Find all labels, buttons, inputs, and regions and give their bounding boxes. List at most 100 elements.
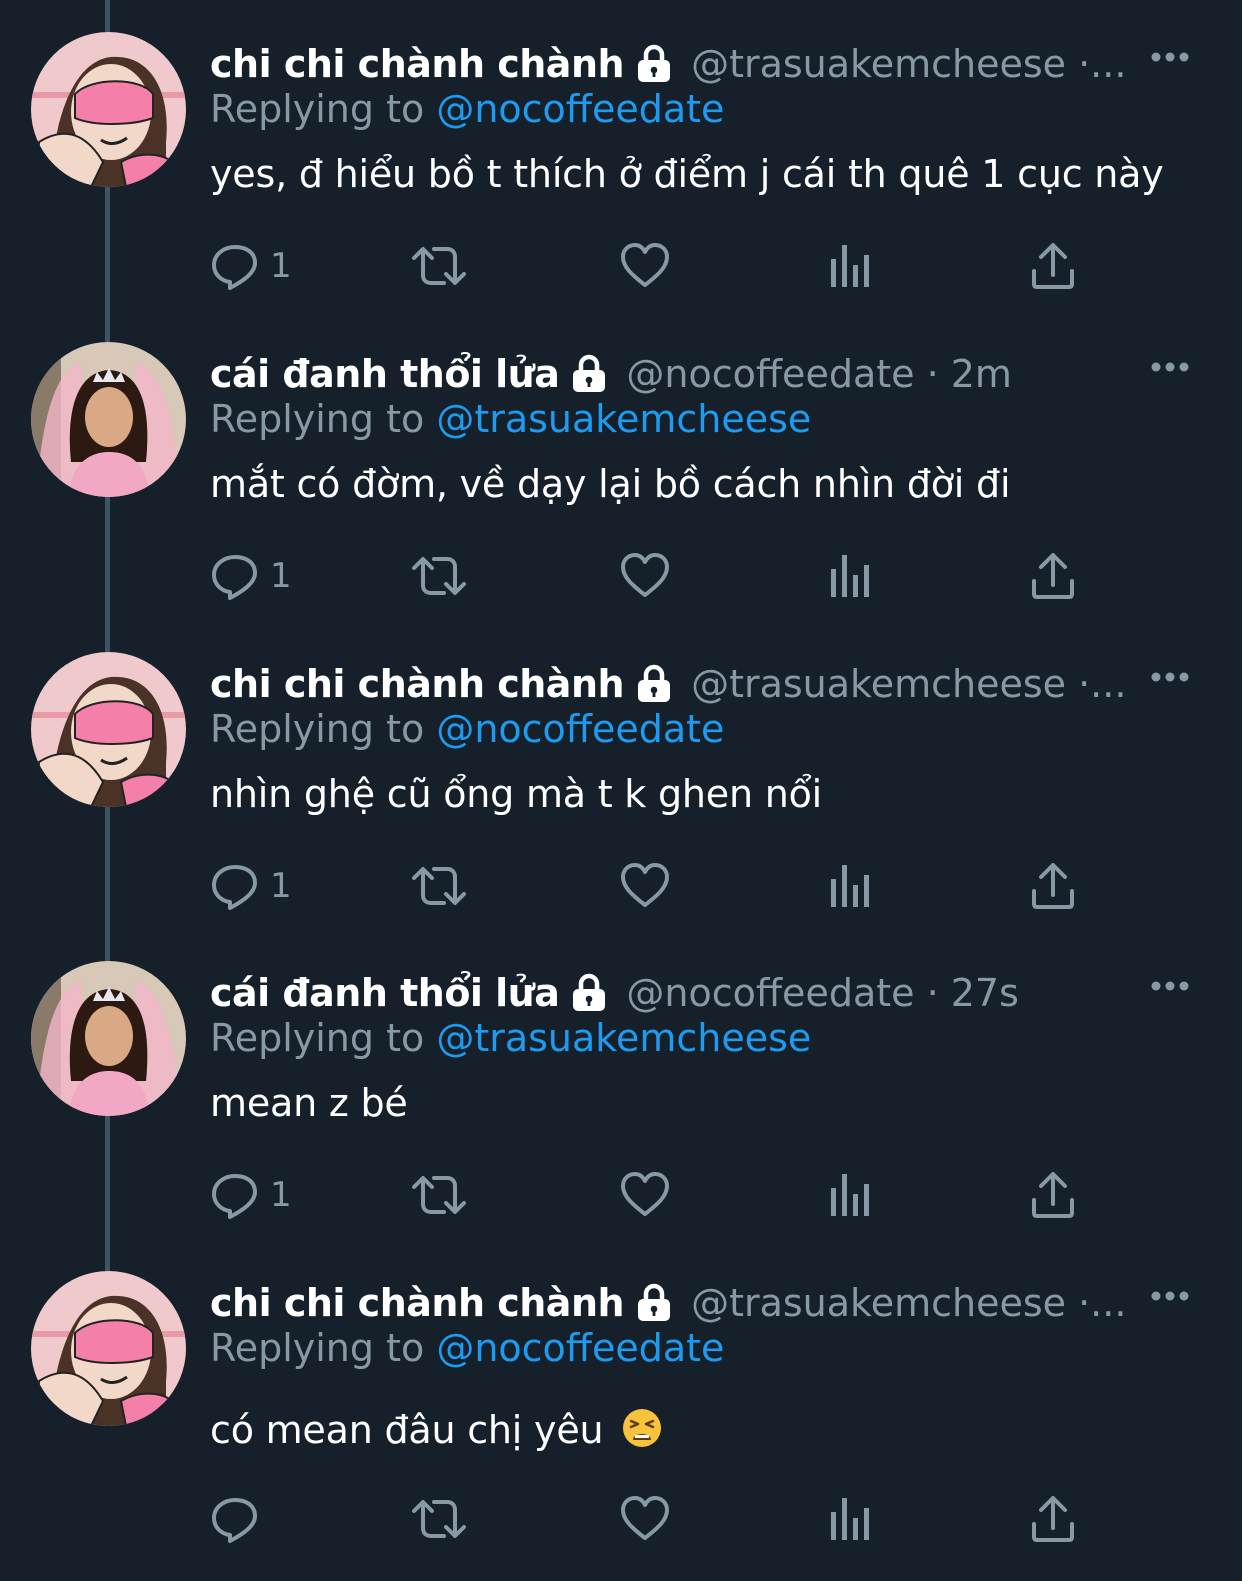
retweet-button[interactable]: [410, 1491, 468, 1547]
more-options-icon[interactable]: [1150, 1289, 1190, 1303]
author-handle-time[interactable]: @trasuakemcheese ·...: [691, 662, 1126, 706]
replying-to: Replying to @trasuakemcheese: [210, 397, 811, 441]
reply-count: 1: [270, 866, 292, 906]
like-icon: [621, 553, 669, 597]
reply-button[interactable]: 1: [210, 548, 292, 604]
tweet-header: chi chi chành chành @trasuakemcheese ·..…: [210, 1277, 1145, 1329]
more-options-icon[interactable]: [1150, 979, 1190, 993]
retweet-button[interactable]: [410, 858, 468, 914]
tweet-text: mean z bé: [210, 1081, 408, 1125]
like-icon: [621, 243, 669, 287]
tweet[interactable]: chi chi chành chành @trasuakemcheese ·..…: [0, 0, 1242, 310]
retweet-icon: [412, 557, 466, 595]
tweet-actions: 1: [210, 1167, 1110, 1223]
analytics-icon: [831, 555, 869, 597]
share-button[interactable]: [1030, 548, 1076, 604]
tweet-header: chi chi chành chành @trasuakemcheese ·..…: [210, 658, 1145, 710]
author-name[interactable]: cái đanh thổi lửa: [210, 352, 560, 396]
like-icon: [621, 863, 669, 907]
share-button[interactable]: [1030, 1491, 1076, 1547]
like-icon: [621, 1496, 669, 1540]
author-name[interactable]: cái đanh thổi lửa: [210, 971, 560, 1015]
tweet-header: cái đanh thổi lửa @nocoffeedate · 27s: [210, 967, 1145, 1019]
retweet-icon: [412, 1176, 466, 1214]
share-icon: [1032, 1172, 1074, 1218]
analytics-icon: [831, 1498, 869, 1540]
share-icon: [1032, 553, 1074, 599]
tweet-text: mắt có đờm, về dạy lại bồ cách nhìn đời …: [210, 462, 1011, 506]
author-name[interactable]: chi chi chành chành: [210, 662, 625, 706]
like-button[interactable]: [620, 548, 670, 604]
share-button[interactable]: [1030, 238, 1076, 294]
more-options-icon[interactable]: [1150, 360, 1190, 374]
reply-button[interactable]: 1: [210, 238, 292, 294]
replying-to-label: Replying to: [210, 1016, 437, 1060]
author-handle-time[interactable]: @trasuakemcheese ·...: [691, 1281, 1126, 1325]
analytics-button[interactable]: [828, 238, 872, 294]
replying-to-label: Replying to: [210, 1326, 437, 1370]
tweet-actions: [210, 1491, 1110, 1547]
tweet-actions: 1: [210, 238, 1110, 294]
more-options-icon[interactable]: [1150, 50, 1190, 64]
tweet-actions: 1: [210, 858, 1110, 914]
more-options-icon[interactable]: [1150, 670, 1190, 684]
tweet[interactable]: chi chi chành chành @trasuakemcheese ·..…: [0, 1239, 1242, 1581]
replying-to: Replying to @trasuakemcheese: [210, 1016, 811, 1060]
replying-to: Replying to @nocoffeedate: [210, 87, 724, 131]
analytics-icon: [831, 865, 869, 907]
replying-to-handle[interactable]: @nocoffeedate: [436, 87, 724, 131]
replying-to: Replying to @nocoffeedate: [210, 1326, 724, 1370]
share-icon: [1032, 1496, 1074, 1542]
avatar-cartoon[interactable]: [31, 32, 186, 187]
like-button[interactable]: [620, 238, 670, 294]
retweet-button[interactable]: [410, 1167, 468, 1223]
tweet-actions: 1: [210, 548, 1110, 604]
reply-button[interactable]: [210, 1491, 270, 1547]
share-icon: [1032, 863, 1074, 909]
share-button[interactable]: [1030, 1167, 1076, 1223]
reply-icon: [212, 1498, 257, 1543]
tweet[interactable]: cái đanh thổi lửa @nocoffeedate · 2m Rep…: [0, 310, 1242, 620]
author-name[interactable]: chi chi chành chành: [210, 42, 625, 86]
replying-to-handle[interactable]: @trasuakemcheese: [436, 1016, 811, 1060]
reply-button[interactable]: 1: [210, 1167, 292, 1223]
reply-count: 1: [270, 556, 292, 596]
retweet-button[interactable]: [410, 238, 468, 294]
reply-icon: [212, 865, 257, 910]
retweet-button[interactable]: [410, 548, 468, 604]
like-button[interactable]: [620, 1491, 670, 1547]
tweet[interactable]: cái đanh thổi lửa @nocoffeedate · 27s Re…: [0, 929, 1242, 1239]
reply-icon: [212, 555, 257, 600]
avatar-photo[interactable]: [31, 342, 186, 497]
analytics-button[interactable]: [828, 1491, 872, 1547]
reply-icon: [212, 1174, 257, 1219]
retweet-icon: [412, 1500, 466, 1538]
replying-to-label: Replying to: [210, 87, 437, 131]
tweet-text: yes, đ hiểu bồ t thích ở điểm j cái th q…: [210, 152, 1164, 196]
analytics-button[interactable]: [828, 1167, 872, 1223]
replying-to-label: Replying to: [210, 707, 437, 751]
author-handle-time[interactable]: @trasuakemcheese ·...: [691, 42, 1126, 86]
replying-to-handle[interactable]: @nocoffeedate: [436, 707, 724, 751]
author-name[interactable]: chi chi chành chành: [210, 1281, 625, 1325]
like-button[interactable]: [620, 858, 670, 914]
reply-count: 1: [270, 1175, 292, 1215]
analytics-button[interactable]: [828, 548, 872, 604]
avatar-photo[interactable]: [31, 961, 186, 1116]
avatar-cartoon[interactable]: [31, 652, 186, 807]
replying-to-handle[interactable]: @trasuakemcheese: [436, 397, 811, 441]
retweet-icon: [412, 867, 466, 905]
analytics-button[interactable]: [828, 858, 872, 914]
lock-icon: [638, 1283, 671, 1321]
tweet-text: có mean đâu chị yêu: [210, 1408, 604, 1452]
reply-button[interactable]: 1: [210, 858, 292, 914]
tweet[interactable]: chi chi chành chành @trasuakemcheese ·..…: [0, 620, 1242, 930]
like-button[interactable]: [620, 1167, 670, 1223]
avatar-cartoon[interactable]: [31, 1271, 186, 1426]
author-handle-time[interactable]: @nocoffeedate · 27s: [626, 971, 1019, 1015]
replying-to-label: Replying to: [210, 397, 437, 441]
author-handle-time[interactable]: @nocoffeedate · 2m: [626, 352, 1012, 396]
tweet-header: cái đanh thổi lửa @nocoffeedate · 2m: [210, 348, 1145, 400]
share-button[interactable]: [1030, 858, 1076, 914]
replying-to-handle[interactable]: @nocoffeedate: [436, 1326, 724, 1370]
